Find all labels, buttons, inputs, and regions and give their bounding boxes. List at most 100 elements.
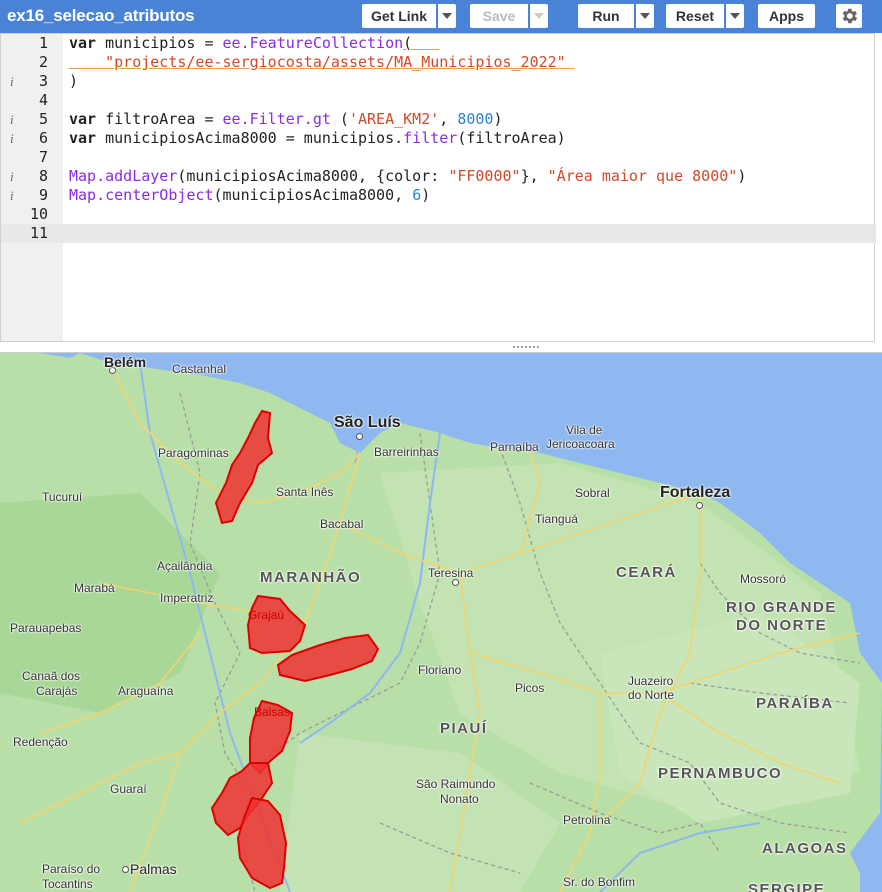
- city-label: Grajaú: [248, 608, 285, 622]
- city-label: Paragominas: [158, 446, 229, 460]
- city-label: Fortaleza: [660, 484, 731, 501]
- chevron-down-icon: [640, 13, 650, 19]
- municipality-polygon[interactable]: [246, 594, 307, 655]
- map-view[interactable]: Belém Castanhal São Luís Barreirinhas Pa…: [0, 353, 882, 892]
- city-label: Tianguá: [535, 512, 578, 526]
- code-line[interactable]: i 6 var municipiosAcima8000 = municipios…: [1, 129, 876, 148]
- reset-dropdown[interactable]: [726, 4, 744, 28]
- city-label: Tucuruí: [42, 490, 83, 504]
- city-marker: [696, 502, 703, 509]
- code-line[interactable]: i 8 Map.addLayer(municipiosAcima8000, {c…: [1, 167, 876, 186]
- save-split-button: Save: [470, 4, 548, 28]
- code-text: var municipios = ee.FeatureCollection(: [69, 34, 440, 52]
- city-label: Imperatriz: [160, 591, 214, 605]
- city-label: Redenção: [13, 735, 68, 749]
- get-link-button[interactable]: Get Link: [362, 4, 436, 28]
- city-label: Mossoró: [740, 572, 787, 586]
- code-text: var filtroArea = ee.Filter.gt ('AREA_KM2…: [69, 110, 503, 128]
- city-label: São Raimundo: [416, 777, 496, 791]
- line-number: 11: [29, 224, 48, 242]
- city-label: Tocantins: [42, 877, 93, 891]
- city-label: Palmas: [130, 861, 177, 877]
- city-label: Nonato: [440, 792, 479, 806]
- chevron-down-icon: [442, 13, 452, 19]
- script-title[interactable]: ex16_selecao_atributos: [7, 6, 195, 26]
- line-number: 7: [38, 148, 48, 166]
- settings-button[interactable]: [836, 4, 862, 28]
- code-line[interactable]: 1 var municipios = ee.FeatureCollection(: [1, 34, 876, 53]
- chevron-down-icon: [730, 13, 740, 19]
- ocean-edge: [0, 353, 80, 358]
- city-label: Balsas: [254, 705, 291, 719]
- city-label: Teresina: [428, 566, 474, 580]
- code-editor[interactable]: 1 var municipios = ee.FeatureCollection(…: [0, 33, 876, 342]
- chevron-down-icon: [534, 13, 544, 19]
- save-button[interactable]: Save: [470, 4, 528, 28]
- code-line[interactable]: i 9 Map.centerObject(municipiosAcima8000…: [1, 186, 876, 205]
- gear-icon: [842, 8, 858, 24]
- state-label: PARAÍBA: [756, 695, 834, 712]
- state-label: PERNAMBUCO: [658, 765, 783, 782]
- code-text: var municipiosAcima8000 = municipios.fil…: [69, 129, 566, 147]
- city-label: Carajás: [36, 684, 78, 698]
- municipality-polygon[interactable]: [214, 409, 274, 525]
- state-label: DO NORTE: [736, 617, 828, 634]
- code-line[interactable]: 2 "projects/ee-sergiocosta/assets/MA_Mun…: [1, 53, 876, 72]
- state-label: RIO GRANDE: [726, 599, 837, 616]
- city-label: Bacabal: [320, 517, 364, 531]
- city-label: Belém: [104, 354, 147, 370]
- city-label: Juazeiro: [628, 674, 674, 688]
- code-text: "projects/ee-sergiocosta/assets/MA_Munic…: [105, 53, 566, 71]
- state-label: PIAUÍ: [440, 720, 488, 737]
- city-label: Marabá: [74, 581, 115, 595]
- city-label: Jericoacoara: [546, 437, 615, 451]
- apps-button[interactable]: Apps: [758, 4, 815, 28]
- state-label: SERGIPE: [748, 881, 826, 892]
- line-number: 4: [38, 91, 48, 109]
- city-label: Petrolina: [563, 813, 611, 827]
- city-label: Vila de: [566, 423, 603, 437]
- code-line[interactable]: 4: [1, 91, 876, 110]
- city-label: Castanhal: [172, 362, 227, 376]
- city-label: Araguaína: [118, 684, 174, 698]
- code-line[interactable]: 10: [1, 205, 876, 224]
- reset-button[interactable]: Reset: [666, 4, 724, 28]
- city-label: Guaraí: [110, 782, 147, 796]
- code-text: Map.centerObject(municipiosAcima8000, 6): [69, 186, 431, 204]
- city-label: Floriano: [418, 663, 462, 677]
- city-label: do Norte: [628, 688, 675, 702]
- code-line[interactable]: i 3 ): [1, 72, 876, 91]
- city-label: Sobral: [575, 486, 610, 500]
- code-line[interactable]: i 5 var filtroArea = ee.Filter.gt ('AREA…: [1, 110, 876, 129]
- save-dropdown[interactable]: [530, 4, 548, 28]
- state-label: CEARÁ: [616, 564, 677, 581]
- city-label: São Luís: [334, 414, 401, 431]
- code-text: ): [69, 72, 79, 90]
- line-number: 6: [38, 129, 48, 147]
- line-number: 1: [38, 34, 48, 52]
- city-label: Paraíso do: [42, 862, 101, 876]
- city-marker: [122, 866, 129, 873]
- line-number: 10: [29, 205, 48, 223]
- city-marker: [356, 433, 363, 440]
- city-label: Barreirinhas: [374, 445, 439, 459]
- line-number: 2: [38, 53, 48, 71]
- reset-split-button: Reset: [666, 4, 744, 28]
- line-number: 8: [38, 167, 48, 185]
- get-link-split-button: Get Link: [362, 4, 456, 28]
- panel-resize-handle[interactable]: [0, 342, 882, 353]
- city-label: Parauapebas: [10, 621, 82, 635]
- state-label: MARANHÃO: [260, 569, 362, 586]
- line-number: 3: [38, 72, 48, 90]
- code-line-active[interactable]: 11: [1, 224, 876, 243]
- line-number: 9: [38, 186, 48, 204]
- city-label: Picos: [515, 681, 545, 695]
- get-link-dropdown[interactable]: [438, 4, 456, 28]
- run-dropdown[interactable]: [636, 4, 654, 28]
- run-button[interactable]: Run: [578, 4, 634, 28]
- grip-icon: [512, 345, 540, 349]
- code-line[interactable]: 7: [1, 148, 876, 167]
- land-shade: [280, 733, 560, 892]
- city-marker: [452, 579, 459, 586]
- city-label: Canaã dos: [22, 669, 81, 683]
